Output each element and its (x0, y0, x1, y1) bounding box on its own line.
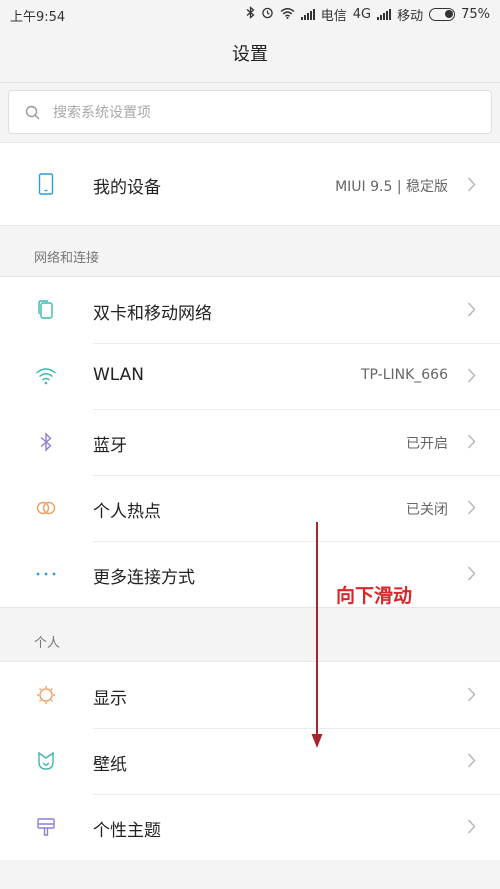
paint-brush-icon (37, 818, 55, 836)
more-connections-item[interactable]: 更多连接方式 (0, 541, 500, 607)
scroll-down-annotation: 向下滑动 (336, 585, 413, 607)
chevron-right-icon (467, 302, 476, 317)
hotspot-label: 个人热点 (93, 502, 161, 522)
theme-label: 个性主题 (93, 821, 161, 841)
signal-icon-2 (377, 9, 392, 20)
bluetooth-status-icon (246, 6, 255, 23)
status-icons: 电信 4G 移动 75% (246, 5, 490, 24)
chevron-right-icon (467, 566, 476, 581)
search-icon (25, 105, 40, 120)
battery-level: 75% (461, 7, 490, 22)
chevron-right-icon (467, 687, 476, 702)
signal-icon-1 (300, 9, 315, 20)
phone-icon (38, 173, 54, 195)
bluetooth-icon (40, 432, 52, 452)
wlan-label: WLAN (93, 365, 145, 385)
wlan-item[interactable]: WLAN TP-LINK_666 (0, 343, 500, 409)
page-title: 设置 (0, 28, 500, 83)
sun-icon (37, 686, 55, 704)
battery-saver-toggle-icon (429, 8, 456, 21)
section-header-personal: 个人 (34, 636, 61, 651)
carrier-1: 电信 (320, 9, 347, 24)
bluetooth-item[interactable]: 蓝牙 已开启 (0, 409, 500, 475)
chevron-right-icon (467, 177, 476, 192)
wallpaper-label: 壁纸 (93, 755, 127, 775)
chevron-right-icon (467, 500, 476, 515)
theme-item[interactable]: 个性主题 (0, 794, 500, 860)
carrier-2: 移动 (397, 9, 424, 24)
bluetooth-value: 已开启 (406, 436, 448, 452)
more-connections-label: 更多连接方式 (93, 568, 195, 588)
more-dots-icon (36, 572, 56, 576)
bluetooth-label: 蓝牙 (93, 436, 127, 456)
search-input[interactable] (51, 100, 475, 126)
section-header-network: 网络和连接 (34, 251, 100, 266)
wallpaper-icon (38, 751, 54, 770)
hotspot-icon (36, 501, 56, 515)
wlan-value: TP-LINK_666 (360, 367, 448, 383)
hotspot-item[interactable]: 个人热点 已关闭 (0, 475, 500, 541)
search-box[interactable] (8, 90, 492, 134)
status-time: 上午9:54 (10, 10, 66, 25)
chevron-right-icon (467, 819, 476, 834)
my-device-label: 我的设备 (93, 178, 161, 198)
network-type: 4G (352, 7, 372, 22)
dual-sim-label: 双卡和移动网络 (93, 304, 212, 324)
wifi-icon (36, 368, 56, 385)
my-device-value: MIUI 9.5 | 稳定版 (335, 179, 448, 195)
chevron-right-icon (467, 368, 476, 383)
dual-sim-item[interactable]: 双卡和移动网络 (0, 277, 500, 343)
status-bar: 上午9:54 电信 4G 移动 75% (0, 0, 500, 28)
network-group: 双卡和移动网络 WLAN TP-LINK_666 蓝牙 已开启 个人热点 已关闭 (0, 276, 500, 608)
chevron-right-icon (467, 753, 476, 768)
wallpaper-item[interactable]: 壁纸 (0, 728, 500, 794)
wifi-status-icon (280, 7, 295, 23)
scroll-down-arrow-icon (311, 522, 323, 748)
alarm-icon (261, 6, 274, 23)
chevron-right-icon (467, 434, 476, 449)
device-group: 我的设备 MIUI 9.5 | 稳定版 (0, 142, 500, 226)
personal-group: 显示 壁纸 个性主题 (0, 661, 500, 860)
display-item[interactable]: 显示 (0, 662, 500, 728)
sim-card-icon (38, 300, 53, 319)
hotspot-value: 已关闭 (406, 502, 448, 518)
display-label: 显示 (93, 689, 127, 709)
my-device-item[interactable]: 我的设备 MIUI 9.5 | 稳定版 (0, 143, 500, 225)
